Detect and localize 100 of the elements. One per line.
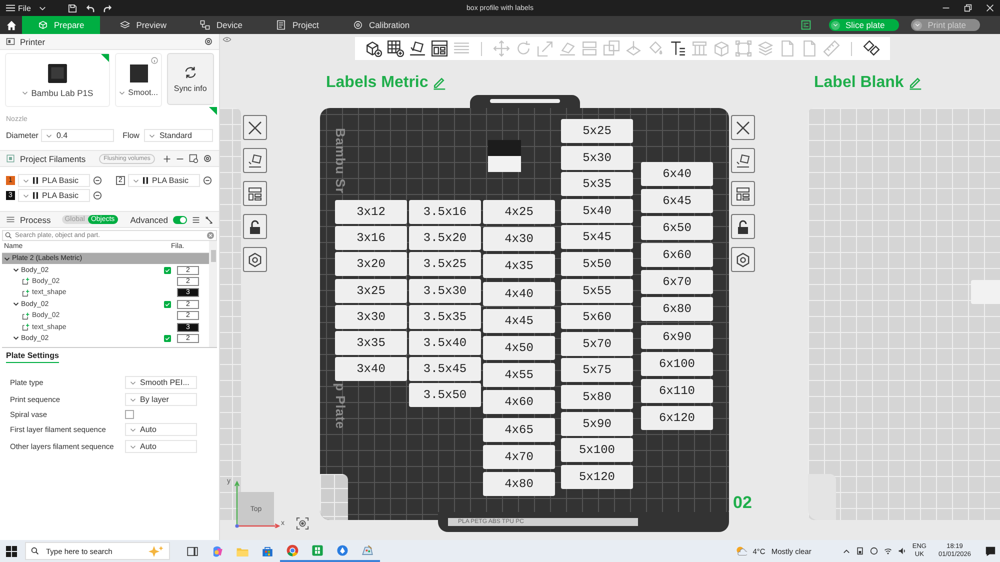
arrange-button[interactable] [731, 181, 755, 206]
filament-dropdown[interactable]: PLA Basic [128, 174, 200, 187]
speaker-icon[interactable] [898, 547, 906, 555]
setting-checkbox[interactable] [125, 410, 134, 419]
label-object[interactable]: 4x35 [483, 254, 555, 278]
label-object[interactable]: 3.5x40 [409, 330, 481, 355]
label-object[interactable]: 5x70 [561, 332, 633, 356]
label-object[interactable]: 6x100 [641, 352, 713, 376]
label-object[interactable]: 6x45 [641, 189, 713, 214]
expand-caret-icon[interactable] [13, 301, 19, 308]
label-object[interactable]: 3.5x30 [409, 278, 481, 303]
label-object[interactable]: 6x70 [641, 270, 713, 294]
label-object[interactable]: 3x25 [335, 278, 407, 303]
arrange-button[interactable] [243, 181, 267, 206]
printable-checkbox[interactable] [164, 266, 171, 274]
label-object[interactable]: 5x120 [561, 464, 633, 489]
flow-dropdown[interactable]: Standard [144, 129, 213, 142]
close-button[interactable] [243, 115, 267, 140]
setting-dropdown[interactable]: Smooth PEI... [125, 376, 197, 389]
settings-icon[interactable] [204, 37, 213, 46]
setting-dropdown[interactable]: Auto [125, 423, 197, 436]
remove-circle-icon[interactable] [93, 176, 102, 185]
file-menu[interactable]: File [6, 4, 31, 12]
settings-button[interactable] [731, 247, 755, 272]
label-object[interactable]: 6x40 [641, 162, 713, 186]
add-cube-icon[interactable] [365, 40, 382, 57]
wifi-icon[interactable] [884, 547, 892, 555]
cloud-icon[interactable] [870, 547, 878, 555]
label-object[interactable]: 6x50 [641, 216, 713, 240]
redo-icon[interactable] [102, 4, 113, 12]
label-object[interactable]: 3x30 [335, 304, 407, 329]
label-object[interactable]: 4x70 [483, 444, 555, 469]
label-object[interactable]: 4x65 [483, 418, 555, 442]
restore-icon[interactable] [964, 4, 972, 12]
label-object[interactable]: 3.5x50 [409, 383, 481, 408]
tab[interactable]: Calibration [338, 16, 424, 34]
label-object[interactable]: 6x60 [641, 243, 713, 268]
info-icon[interactable] [150, 57, 158, 64]
label-object[interactable]: 3x35 [335, 330, 407, 355]
tab[interactable]: Project [262, 16, 333, 34]
label-object[interactable]: 3x12 [335, 200, 407, 224]
orient-button[interactable] [731, 148, 755, 173]
label-object[interactable]: 5x50 [561, 252, 633, 276]
orient-icon[interactable] [409, 40, 426, 57]
add-grid-icon[interactable] [387, 40, 404, 57]
label-object[interactable]: 3.5x25 [409, 252, 481, 276]
sync-info-button[interactable]: Sync info [166, 53, 214, 105]
label-object[interactable]: 5x45 [561, 225, 633, 250]
assembly-icon[interactable] [863, 40, 880, 57]
setting-dropdown[interactable]: Auto [125, 440, 197, 453]
label-object[interactable]: 5x35 [561, 172, 633, 196]
label-object[interactable]: 4x45 [483, 308, 555, 333]
diameter-dropdown[interactable]: 0.4 [41, 129, 114, 142]
label-object[interactable]: 4x25 [483, 200, 555, 224]
settings-button[interactable] [243, 247, 267, 272]
filament-dropdown[interactable]: PLA Basic [18, 174, 90, 187]
label-object[interactable]: 4x55 [483, 363, 555, 388]
lock-button[interactable] [243, 214, 267, 239]
save-icon[interactable] [68, 4, 77, 12]
label-object[interactable]: 5x90 [561, 412, 633, 436]
expand-caret-icon[interactable] [4, 256, 10, 262]
label-object[interactable]: 4x30 [483, 227, 555, 252]
label-object[interactable]: 3x20 [335, 252, 407, 276]
label-object[interactable]: 5x60 [561, 305, 633, 330]
label-object[interactable]: 5x75 [561, 358, 633, 382]
label-object[interactable]: 3x16 [335, 226, 407, 250]
tab[interactable]: Preview [106, 16, 180, 34]
label-object[interactable]: 6x90 [641, 324, 713, 349]
printer-card[interactable]: Bambu Lab P1S [5, 53, 110, 107]
remove-circle-icon[interactable] [203, 176, 212, 185]
label-object[interactable]: 3.5x16 [409, 200, 481, 224]
sync-filament-icon[interactable] [189, 154, 198, 163]
caret-icon[interactable] [38, 6, 46, 10]
advanced-switch[interactable] [173, 216, 187, 224]
label-object[interactable]: 4x60 [483, 390, 555, 414]
setting-dropdown[interactable]: By layer [125, 393, 197, 406]
label-object[interactable]: 4x50 [483, 336, 555, 360]
scrollbar[interactable] [209, 241, 217, 347]
filament-dropdown[interactable]: PLA Basic [18, 189, 90, 202]
clear-icon[interactable] [207, 232, 214, 239]
notification-icon[interactable] [985, 546, 996, 556]
tab[interactable]: Device [186, 16, 256, 34]
label-object[interactable]: 5x40 [561, 198, 633, 223]
label-object[interactable]: 3x40 [335, 357, 407, 382]
label-object[interactable]: 6x120 [641, 406, 713, 430]
label-object[interactable]: 3.5x20 [409, 226, 481, 250]
plate-settings-tab[interactable]: Plate Settings [6, 351, 59, 363]
label-object[interactable]: 4x40 [483, 282, 555, 306]
orient-button[interactable] [243, 148, 267, 173]
label-object[interactable]: 3.5x45 [409, 357, 481, 382]
arrange-icon[interactable] [431, 40, 448, 57]
close-button[interactable] [731, 115, 755, 140]
close-icon[interactable] [986, 4, 994, 12]
remove-circle-icon[interactable] [93, 191, 102, 200]
battery-icon[interactable] [856, 547, 864, 555]
label-object[interactable]: 4x80 [483, 472, 555, 496]
start-icon[interactable] [6, 546, 17, 556]
label-object[interactable]: 5x30 [561, 146, 633, 170]
recenter-icon[interactable] [296, 517, 309, 530]
expand-caret-icon[interactable] [13, 267, 19, 274]
